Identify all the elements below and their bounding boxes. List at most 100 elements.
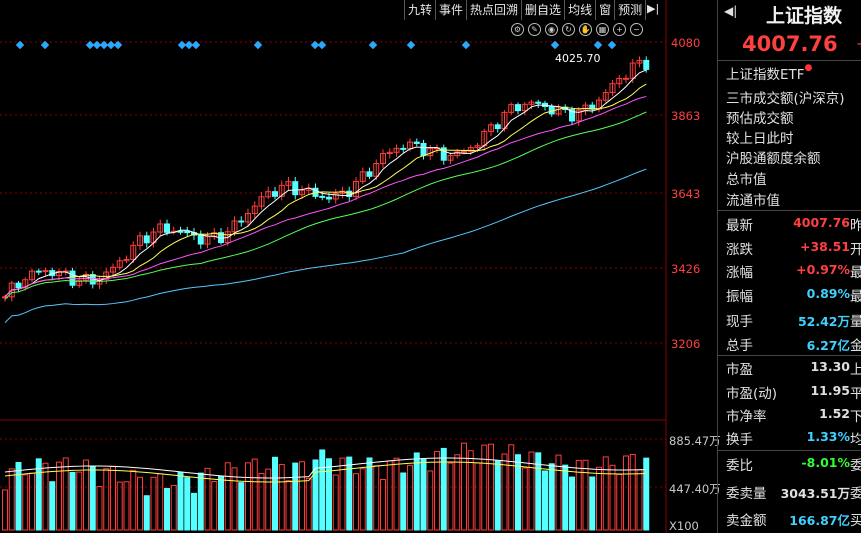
event-marker-icon [317,40,327,50]
quote-label: 总手 [726,338,753,354]
window-button[interactable]: 窗 [595,0,614,20]
volume-bar [103,468,110,531]
quote-trail-label: 最 [850,289,861,305]
quote-trail-label: 买 [850,513,861,529]
volume-bar [29,472,35,531]
volume-bar [636,469,643,531]
volume-bar [251,458,258,531]
volume-tick-label: 885.47万 [669,434,721,448]
volume-bar [602,456,609,531]
forecast-button[interactable]: 预测 [614,0,645,20]
volume-bar [420,458,427,531]
volume-bar [521,467,528,531]
quote-row: 涨幅 +0.97% 最 [718,259,861,282]
volume-bar [413,452,420,531]
chart-tools: ⚙ ✎ ◉ ↻ ✋ ▦ + − [511,23,643,36]
quote-trail-label: 昨 [850,218,861,234]
hand-icon[interactable]: ✋ [579,23,592,36]
quote-trail-label: 量 [850,314,861,330]
event-marker-icon [191,40,201,50]
price-tick-label: 4080 [671,36,701,50]
event-marker-icon [550,40,560,50]
quote-label: 委比 [726,458,753,474]
quote-value: 0.89% [806,286,850,301]
refresh-icon[interactable]: ↻ [562,23,575,36]
volume-bar [211,481,218,531]
eye-icon[interactable]: ◉ [545,23,558,36]
volume-bar [164,487,170,531]
zoom-in-icon[interactable]: + [613,23,626,36]
related-etf-link[interactable]: 上证指数ETF● [726,63,812,83]
quote-value: 11.95 [810,383,850,398]
collapse-panel-icon[interactable]: ▶| [645,0,660,20]
candle-body [42,270,49,273]
volume-bar [319,449,326,531]
volume-bar [137,476,143,531]
candle-body [15,282,22,289]
candle-body [413,141,420,144]
candle-body [35,270,42,273]
candle-body [197,234,204,245]
jiuzhuan-button[interactable]: 九转 [404,0,435,20]
volume-bar [299,461,305,531]
quote-label: 振幅 [726,289,753,305]
quote-value: 166.87亿 [789,513,850,528]
quote-label: 市盈 [726,362,753,378]
event-marker-icon [607,40,617,50]
events-button[interactable]: 事件 [435,0,466,20]
candle-body [143,235,150,244]
volume-bar [494,460,501,531]
pen-icon[interactable]: ✎ [528,23,541,36]
moving-average-button[interactable]: 均线 [564,0,595,20]
current-price: 4007.76 [742,32,838,56]
chart-toolbar: 九转 事件 热点回溯 删自选 均线 窗 预测 ▶| [404,0,660,20]
event-marker-icon [15,40,25,50]
volume-bar [326,458,332,531]
volume-bar [130,469,137,531]
quote-label: 现手 [726,314,753,330]
volume-bar [238,482,245,531]
quote-trail-label: 均 [850,432,861,448]
quote-value: +38.51 [799,239,850,254]
volume-bar [123,481,130,531]
high-price-marker: 4025.70 [555,52,601,65]
quote-label: 委卖量 [726,486,767,502]
hotspot-review-button[interactable]: 热点回溯 [466,0,521,20]
table-icon[interactable]: ▦ [596,23,609,36]
kline-chart-canvas[interactable] [0,0,717,533]
zoom-out-icon[interactable]: − [630,23,643,36]
volume-bar [89,466,96,531]
quote-value: 1.52 [819,406,850,421]
volume-bar [575,459,582,531]
quote-row: 市盈 13.30 上 [718,356,861,379]
quote-trail-label: 平 [850,386,861,402]
price-tick-label: 3206 [671,337,701,351]
volume-bar [305,477,312,531]
quote-row: 涨跌 +38.51 开 [718,236,861,259]
volume-bar [2,489,8,531]
volume-bar [278,464,285,531]
divider [718,450,861,451]
quote-label: 市净率 [726,409,767,425]
quote-trail-label: 下 [850,409,861,425]
panel-toggle-icon[interactable]: ◀| [724,4,737,18]
quote-value: -8.01% [801,455,850,470]
quote-row: 市盈(动) 11.95 平 [718,380,861,403]
volume-bar [332,474,339,531]
quote-value: 3043.51万 [780,486,850,501]
volume-bar [62,457,69,531]
candle-body [420,142,427,157]
info-row: 预估成交额 [726,111,794,127]
candle-body [366,171,373,177]
volume-tick-label: 447.40万 [669,482,721,496]
candle-body [535,101,542,104]
remove-watchlist-button[interactable]: 删自选 [521,0,564,20]
gear-icon[interactable]: ⚙ [511,23,524,36]
volume-bar [386,460,393,531]
volume-bar [407,464,413,531]
volume-bar [272,456,278,531]
event-marker-icon [461,40,471,50]
volume-bar [69,471,76,531]
quote-label: 换手 [726,432,753,448]
volume-bar [56,461,62,531]
